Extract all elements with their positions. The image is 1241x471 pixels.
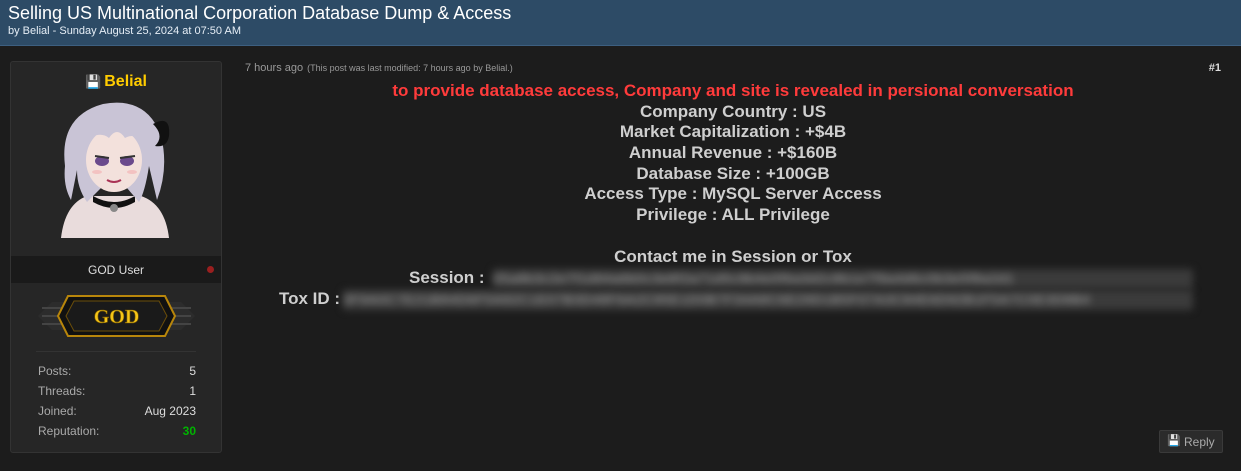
post-body: to provide database access, Company and … <box>225 81 1241 267</box>
user-title-bar: GOD User <box>11 256 221 283</box>
contact-heading: Contact me in Session or Tox <box>614 246 852 266</box>
reply-label[interactable]: Reply <box>1184 435 1215 449</box>
reply-icon: 💾 <box>1167 435 1181 447</box>
reply-button[interactable]: 💾 Reply <box>1159 430 1223 453</box>
post: 💾 Belial GOD User GOD Posts: 5 Threads: … <box>0 46 1241 471</box>
username[interactable]: 💾 Belial <box>11 73 221 91</box>
panel-divider <box>36 351 196 352</box>
thread-title: Selling US Multinational Corporation Dat… <box>8 3 512 23</box>
post-line: Market Capitalization : +$4B <box>619 122 847 142</box>
stat-value: 1 <box>189 384 196 398</box>
stat-posts: Posts: 5 <box>38 364 196 384</box>
stat-value: 5 <box>189 364 196 378</box>
post-line: Annual Revenue : +$160B <box>628 143 838 163</box>
tox-label: Tox ID : <box>279 289 341 308</box>
thread-header: Selling US Multinational Corporation Dat… <box>0 0 1241 46</box>
stat-label: Reputation: <box>38 424 100 438</box>
god-rank-badge: GOD <box>38 295 195 337</box>
post-line: Access Type : MySQL Server Access <box>584 184 882 204</box>
post-line: Database Size : +100GB <box>636 163 830 183</box>
user-panel: 💾 Belial GOD User GOD Posts: 5 Threads: … <box>10 61 222 453</box>
post-meta: 7 hours ago (This post was last modified:… <box>245 62 513 74</box>
avatar[interactable] <box>55 96 173 238</box>
stat-threads: Threads: 1 <box>38 384 196 404</box>
rank-badge-text: GOD <box>94 306 140 328</box>
reputation-value[interactable]: 30 <box>183 424 196 444</box>
offline-status-icon <box>207 266 214 273</box>
stat-reputation: Reputation: 30 <box>38 424 196 444</box>
post-number[interactable]: #1 <box>1209 62 1221 74</box>
session-label: Session : <box>409 268 485 287</box>
post-edited-note: (This post was last modified: 7 hours ag… <box>307 63 513 73</box>
stat-value: Aug 2023 <box>144 404 196 418</box>
stat-label: Joined: <box>38 404 77 418</box>
post-line: Privilege : ALL Privilege <box>636 205 830 225</box>
stat-label: Threads: <box>38 384 86 398</box>
thread-byline: by Belial - Sunday August 25, 2024 at 07… <box>8 25 241 37</box>
post-headline: to provide database access, Company and … <box>392 81 1074 100</box>
post-line: Company Country : US <box>639 101 827 121</box>
stat-label: Posts: <box>38 364 72 378</box>
stat-joined: Joined: Aug 2023 <box>38 404 196 424</box>
floppy-icon: 💾 <box>85 74 102 89</box>
session-id-redacted: 05a8b3c2e7f1d94a6b0c3e8f2a71d5c9b4e0f6a3… <box>493 269 1193 289</box>
username-text[interactable]: Belial <box>104 73 147 90</box>
user-title: GOD User <box>87 263 144 277</box>
tox-id-redacted: 3F9A0C7E21B84D6F5A92C1E07B3D48F6A2C95E1D… <box>343 290 1193 310</box>
user-stats: Posts: 5 Threads: 1 Joined: Aug 2023 Rep… <box>38 364 196 444</box>
post-time: 7 hours ago <box>245 62 304 74</box>
